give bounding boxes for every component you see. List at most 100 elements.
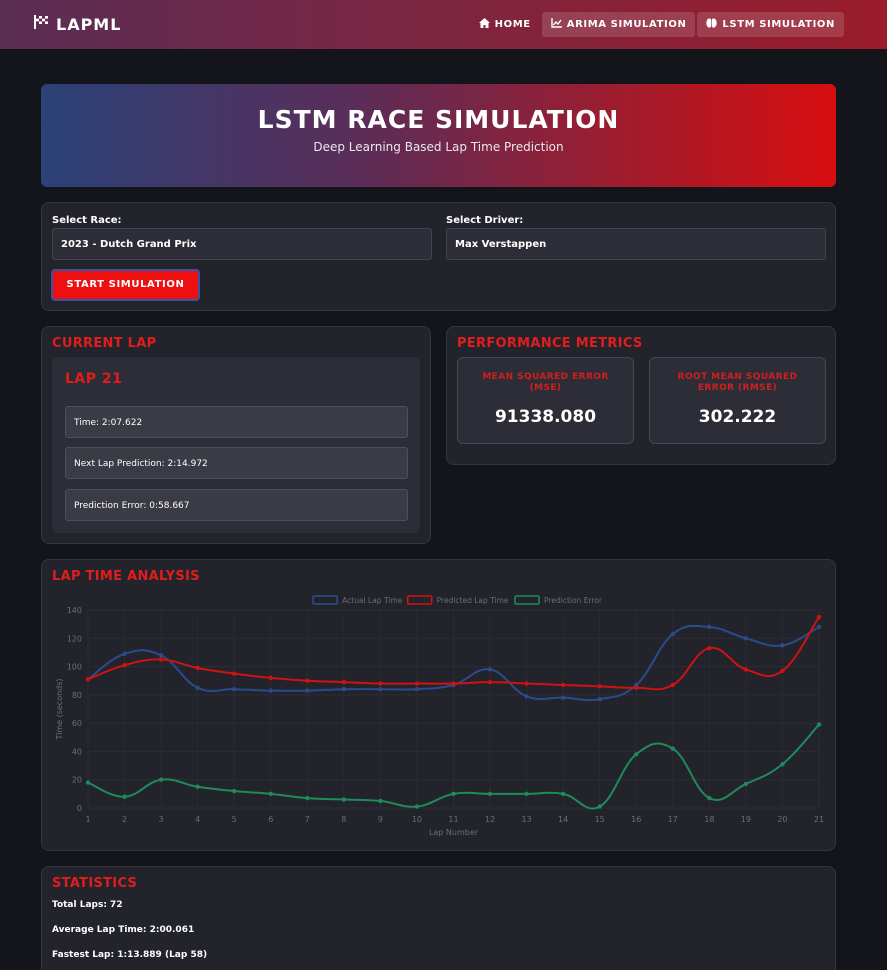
data-point <box>670 682 675 688</box>
y-tick-label: 40 <box>72 747 82 756</box>
data-point <box>305 795 310 801</box>
x-tick-label: 1 <box>85 815 90 824</box>
performance-metrics-card: PERFORMANCE METRICS MEAN SQUARED ERROR (… <box>446 326 836 465</box>
y-tick-label: 20 <box>72 776 82 785</box>
legend-label-0: Actual Lap Time <box>342 596 403 605</box>
rmse-metric: ROOT MEAN SQUARED ERROR (RMSE) 302.222 <box>649 357 826 444</box>
page-title: LSTM RACE SIMULATION <box>257 105 620 134</box>
data-point <box>524 694 529 699</box>
race-select[interactable]: 2023 - Dutch Grand Prix <box>52 228 432 260</box>
data-point <box>707 645 712 651</box>
y-tick-label: 80 <box>72 691 82 700</box>
hero-banner: LSTM RACE SIMULATION Deep Learning Based… <box>41 84 836 187</box>
data-point <box>195 665 200 671</box>
legend-swatch-2 <box>514 595 540 605</box>
y-tick-label: 140 <box>67 606 82 615</box>
x-tick-label: 14 <box>558 815 568 824</box>
brain-icon <box>706 18 718 31</box>
y-tick-label: 60 <box>72 719 82 728</box>
data-point <box>122 662 127 668</box>
next-lap-prediction-field: Next Lap Prediction: 2:14.972 <box>65 447 408 479</box>
data-point <box>524 681 529 686</box>
x-tick-label: 12 <box>485 815 495 824</box>
data-point <box>305 688 310 693</box>
x-tick-label: 10 <box>412 815 422 824</box>
data-point <box>670 631 675 637</box>
data-point <box>597 696 602 702</box>
data-point <box>780 668 785 674</box>
y-tick-label: 100 <box>67 663 82 672</box>
data-point <box>816 624 822 630</box>
data-point <box>743 667 749 672</box>
data-point <box>268 675 273 681</box>
x-tick-label: 5 <box>232 815 237 824</box>
nav-home-label: HOME <box>494 19 531 30</box>
current-lap-title: CURRENT LAP <box>52 336 157 351</box>
navbar: LAPML HOME ARIMA SIMULATION LSTM SIMULAT… <box>0 0 887 49</box>
y-tick-label: 120 <box>67 634 82 643</box>
x-tick-label: 7 <box>305 815 310 824</box>
data-point <box>707 795 712 801</box>
data-point <box>707 624 712 630</box>
statistics-title: STATISTICS <box>52 876 138 891</box>
x-tick-label: 15 <box>595 815 605 824</box>
x-tick-label: 4 <box>195 815 200 824</box>
data-point <box>195 685 200 690</box>
data-point <box>414 804 420 809</box>
data-point <box>158 777 164 782</box>
driver-select[interactable]: Max Verstappen <box>446 228 826 260</box>
data-point <box>560 682 566 688</box>
x-tick-label: 18 <box>704 815 714 824</box>
nav-lstm-link[interactable]: LSTM SIMULATION <box>697 12 844 37</box>
average-lap-time: Average Lap Time: 2:00.061 <box>52 925 195 935</box>
data-point <box>341 687 347 692</box>
total-laps: Total Laps: 72 <box>52 900 123 910</box>
data-point <box>232 671 237 676</box>
data-point <box>816 722 822 727</box>
data-point <box>341 679 347 685</box>
x-tick-label: 20 <box>777 815 787 824</box>
start-simulation-button[interactable]: START SIMULATION <box>51 269 200 301</box>
data-point <box>780 761 785 767</box>
brand[interactable]: LAPML <box>33 14 121 34</box>
data-point <box>487 791 493 797</box>
data-point <box>524 791 529 797</box>
lap-time-chart: 0204060801001201401 2 3 4 5 6 7 8 9 10 11 12 13 14 15 1… <box>55 595 824 837</box>
data-point <box>305 678 310 683</box>
data-point <box>487 679 493 685</box>
mse-value: 91338.080 <box>494 407 597 427</box>
data-point <box>634 685 639 690</box>
x-tick-label: 21 <box>814 815 824 824</box>
data-point <box>743 636 749 641</box>
lap-time-field: Time: 2:07.622 <box>65 406 408 438</box>
nav-lstm-label: LSTM SIMULATION <box>722 19 835 30</box>
mse-metric: MEAN SQUARED ERROR (MSE) 91338.080 <box>457 357 634 444</box>
data-point <box>341 797 347 802</box>
lap-time-analysis-card: LAP TIME ANALYSIS 0 20 40 60 80 100 120 140 1 2 3 4… <box>41 559 836 851</box>
legend-swatch-0 <box>312 595 338 605</box>
data-point <box>414 687 420 692</box>
selection-card: Select Race: 2023 - Dutch Grand Prix Sel… <box>41 202 836 311</box>
data-point <box>158 657 164 662</box>
data-point <box>232 788 237 794</box>
nav-arima-label: ARIMA SIMULATION <box>566 19 687 30</box>
y-tick-label: 0 <box>77 804 82 813</box>
data-point <box>597 804 602 809</box>
data-point <box>268 791 273 797</box>
statistics-card: STATISTICS Total Laps: 72 Average Lap Ti… <box>41 866 836 970</box>
data-point <box>634 752 639 757</box>
rmse-label: ROOT MEAN SQUARED ERROR (RMSE) <box>677 372 798 393</box>
x-tick-label: 11 <box>448 815 458 824</box>
nav-links: HOME ARIMA SIMULATION LSTM SIMULATION <box>470 12 844 37</box>
lap-details: LAP 21 Time: 2:07.622 Next Lap Predictio… <box>52 357 420 533</box>
nav-home-link[interactable]: HOME <box>470 12 540 37</box>
data-point <box>122 794 127 799</box>
data-point <box>487 667 493 672</box>
data-point <box>743 781 749 787</box>
nav-arima-link[interactable]: ARIMA SIMULATION <box>541 12 696 37</box>
current-lap-card: CURRENT LAP LAP 21 Time: 2:07.622 Next L… <box>41 326 431 544</box>
x-tick-label: 6 <box>268 815 273 824</box>
x-tick-label: 16 <box>631 815 641 824</box>
data-point <box>232 687 237 692</box>
x-tick-label: 19 <box>741 815 751 824</box>
